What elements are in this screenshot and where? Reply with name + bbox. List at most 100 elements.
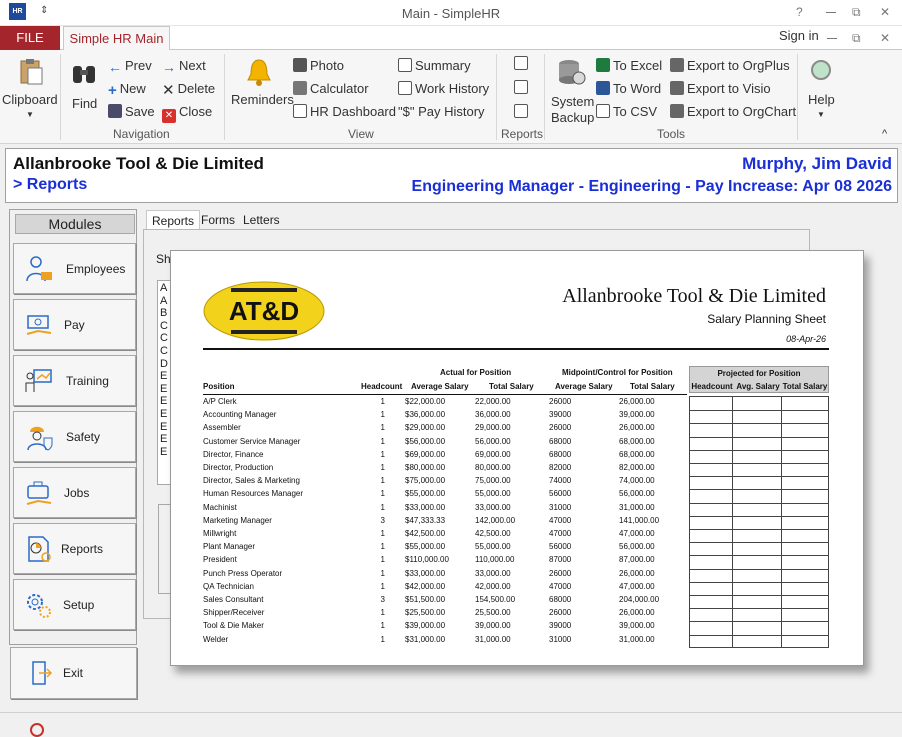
report-cell-headcount: 1 (380, 436, 385, 446)
export-orgchart-label: Export to OrgChart (687, 104, 797, 119)
exit-button[interactable]: Exit (10, 647, 137, 699)
mid-avg-salary-header: Average Salary (555, 382, 613, 391)
report-cell-mid-total: 26,000.00 (619, 608, 655, 618)
report-cell-mid-total: 31,000.00 (619, 634, 655, 644)
grid-line (690, 489, 828, 491)
org-chart-icon (670, 81, 684, 95)
report-cell-mid-avg: 47000 (549, 529, 572, 538)
summary-label: Summary (415, 58, 471, 73)
tab-simple-hr-main[interactable]: Simple HR Main (63, 26, 170, 51)
tab-forms[interactable]: Forms (196, 210, 240, 230)
help-button[interactable]: Help ▼ (803, 54, 843, 124)
calculator-button[interactable]: Calculator (293, 81, 369, 97)
report-cell-position: Customer Service Manager (203, 436, 301, 446)
report-print-button[interactable] (514, 80, 531, 96)
report-cell-mid-total: 47,000.00 (619, 529, 655, 538)
ribbon-close-icon[interactable]: ✕ (880, 31, 890, 45)
module-safety-button[interactable]: Safety (13, 411, 136, 462)
report-cell-mid-avg: 82000 (549, 463, 572, 472)
report-preview-button[interactable] (514, 56, 531, 72)
collapse-ribbon-icon[interactable]: ^ (882, 126, 887, 142)
report-cell-mid-avg: 87000 (549, 555, 572, 565)
close-button[interactable]: ✕ Close (162, 104, 212, 123)
tab-letters[interactable]: Letters (238, 210, 285, 230)
work-history-button[interactable]: Work History (398, 81, 489, 97)
grid-line (690, 502, 828, 504)
report-cell-mid-avg: 56000 (549, 542, 572, 552)
work-history-label: Work History (415, 81, 490, 96)
file-tab[interactable]: FILE (0, 26, 60, 50)
org-chart-icon (670, 104, 684, 118)
report-cell-total: 55,000.00 (475, 489, 511, 499)
report-cell-total: 56,000.00 (475, 436, 511, 446)
report-cell-mid-total: 204,000.00 (619, 595, 660, 604)
report-cell-headcount: 1 (380, 634, 385, 644)
report-cell-headcount: 1 (380, 555, 385, 565)
export-orgplus-button[interactable]: Export to OrgPlus (670, 58, 790, 74)
grid-line (690, 621, 828, 623)
module-reports-button[interactable]: Reports (13, 523, 136, 574)
report-cell-position: Director, Finance (203, 449, 264, 459)
minimize-icon[interactable] (826, 3, 836, 13)
clipboard-button[interactable]: Clipboard ▼ (2, 54, 58, 124)
binoculars-icon (73, 66, 95, 83)
tab-reports[interactable]: Reports (146, 210, 201, 230)
clipboard-dropdown-icon: ▼ (26, 110, 34, 119)
module-training-button[interactable]: Training (13, 355, 136, 406)
to-csv-button[interactable]: To CSV (596, 104, 657, 120)
save-label: Save (125, 104, 155, 119)
export-orgplus-label: Export to OrgPlus (687, 58, 790, 73)
report-cell-total: 25,500.00 (475, 608, 511, 618)
module-pay-button[interactable]: Pay (13, 299, 136, 350)
report-cell-position: Assembler (203, 423, 241, 433)
grid-line (690, 449, 828, 451)
next-button[interactable]: → Next (162, 58, 206, 75)
module-setup-button[interactable]: Setup (13, 579, 136, 630)
report-cell-avg: $55,000.00 (405, 489, 446, 499)
report-cell-mid-total: 68,000.00 (619, 436, 655, 446)
report-list-button[interactable] (514, 104, 531, 120)
module-setup-label: Setup (63, 598, 95, 612)
reminders-button[interactable]: Reminders (229, 54, 294, 110)
to-excel-button[interactable]: To Excel (596, 58, 662, 74)
report-list[interactable]: A A B C C C D E E E E E E E (157, 280, 171, 485)
delete-label: Delete (177, 81, 216, 96)
reports-icon (28, 536, 51, 562)
employee-role: Engineering Manager - Engineering - Pay … (411, 178, 892, 195)
export-visio-button[interactable]: Export to Visio (670, 81, 771, 97)
module-jobs-button[interactable]: Jobs (13, 467, 136, 518)
ribbon-minimize-icon[interactable] (827, 31, 837, 41)
new-button[interactable]: + New (108, 81, 146, 99)
to-excel-label: To Excel (613, 58, 663, 73)
to-csv-label: To CSV (613, 104, 658, 119)
report-cell-headcount: 1 (380, 608, 385, 618)
headcount-header: Headcount (361, 382, 403, 391)
hr-dashboard-button[interactable]: HR Dashboard (293, 104, 396, 120)
prev-button[interactable]: ← Prev (108, 58, 152, 75)
page-icon (514, 80, 528, 94)
report-cell-avg: $51,500.00 (405, 595, 446, 604)
sign-in-link[interactable]: Sign in (779, 28, 819, 43)
export-orgchart-button[interactable]: Export to OrgChart (670, 104, 796, 120)
grid-line (732, 397, 733, 647)
help-icon[interactable]: ? (796, 5, 803, 19)
to-word-button[interactable]: To Word (596, 81, 661, 97)
summary-button[interactable]: Summary (398, 58, 471, 74)
group-navigation-label: Navigation (113, 127, 170, 141)
delete-button[interactable]: ✕ Delete (162, 81, 216, 99)
ribbon-restore-icon[interactable]: ⧉ (852, 31, 861, 46)
ribbon: Clipboard ▼ Find ← Prev + New Save → Next ✕… (0, 50, 902, 144)
save-button[interactable]: Save (108, 104, 155, 120)
report-cell-mid-total: 82,000.00 (619, 463, 655, 472)
new-label: New (119, 81, 146, 96)
find-button[interactable]: Find (66, 54, 102, 111)
report-cell-mid-avg: 47000 (549, 515, 572, 525)
pay-history-button[interactable]: "$" Pay History (398, 104, 485, 120)
module-employees-button[interactable]: Employees (13, 243, 136, 294)
system-backup-button[interactable]: System Backup (549, 54, 594, 126)
report-cell-mid-avg: 31000 (549, 502, 572, 512)
restore-icon[interactable]: ⧉ (852, 5, 861, 20)
close-icon[interactable]: ✕ (880, 5, 890, 19)
photo-button[interactable]: Photo (293, 58, 344, 74)
report-cell-total: 36,000.00 (475, 410, 511, 420)
